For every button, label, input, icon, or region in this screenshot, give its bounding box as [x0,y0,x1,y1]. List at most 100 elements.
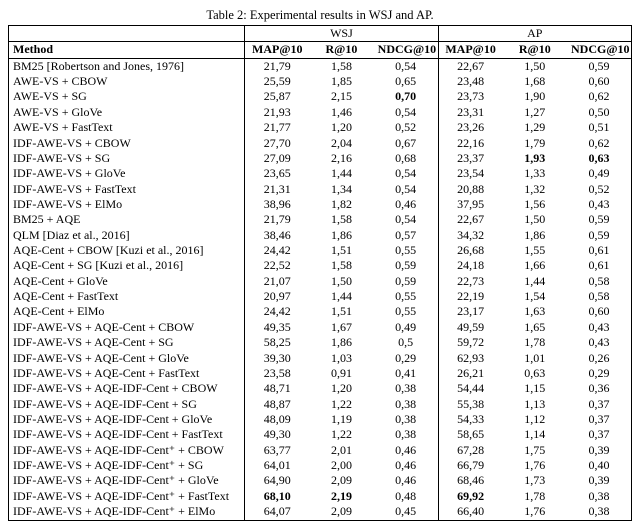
col-ap-ndcg: NDCG@10 [567,42,632,58]
table-row: AQE-Cent + ElMo24,421,510,5523,171,630,6… [9,304,632,319]
table-cell: 21,31 [245,182,309,197]
table-cell: 1,86 [503,228,567,243]
table-cell: 0,39 [567,473,632,488]
table-cell: 26,68 [438,243,502,258]
table-cell: 23,17 [438,304,502,319]
table-cell: 55,38 [438,397,502,412]
table-cell: 38,96 [245,197,309,212]
table-cell: 0,29 [567,366,632,381]
table-cell: 0,91 [309,366,373,381]
table-row: BM25 + AQE21,791,580,5422,671,500,59 [9,212,632,227]
table-cell: 1,65 [503,320,567,335]
table-cell: 48,09 [245,412,309,427]
table-cell: 1,93 [503,151,567,166]
table-cell: 0,37 [567,397,632,412]
group-ap: AP [438,26,631,42]
table-cell: 0,41 [374,366,438,381]
col-wsj-ndcg: NDCG@10 [374,42,438,58]
table-cell: 0,63 [503,366,567,381]
table-cell: 1,46 [309,105,373,120]
table-cell: 0,67 [374,136,438,151]
table-cell: 0,59 [567,58,632,74]
method-cell: IDF-AWE-VS + SG [9,151,245,166]
col-method: Method [9,42,245,58]
method-cell: BM25 + AQE [9,212,245,227]
table-cell: 22,19 [438,289,502,304]
table-cell: 1,76 [503,458,567,473]
method-cell: IDF-AWE-VS + AQE-IDF-Cent + CBOW [9,381,245,396]
table-cell: 21,93 [245,105,309,120]
method-cell: IDF-AWE-VS + AQE-Cent + GloVe [9,351,245,366]
table-cell: 1,63 [503,304,567,319]
table-cell: 1,20 [309,120,373,135]
table-row: IDF-AWE-VS + AQE-IDF-Cent⁺ + CBOW63,772,… [9,443,632,458]
table-cell: 67,28 [438,443,502,458]
table-cell: 1,58 [309,258,373,273]
table-cell: 1,44 [309,166,373,181]
table-cell: 0,52 [567,182,632,197]
table-row: AWE-VS + CBOW25,591,850,6523,481,680,60 [9,74,632,89]
table-cell: 22,16 [438,136,502,151]
table-cell: 21,79 [245,58,309,74]
table-cell: 1,12 [503,412,567,427]
method-cell: AQE-Cent + CBOW [Kuzi et al., 2016] [9,243,245,258]
table-cell: 23,48 [438,74,502,89]
table-cell: 0,59 [567,228,632,243]
table-cell: 21,07 [245,274,309,289]
table-cell: 0,59 [567,212,632,227]
table-cell: 48,71 [245,381,309,396]
table-cell: 1,55 [503,243,567,258]
table-cell: 0,54 [374,182,438,197]
table-cell: 1,76 [503,504,567,520]
table-cell: 1,73 [503,473,567,488]
method-cell: IDF-AWE-VS + AQE-IDF-Cent⁺ + ElMo [9,504,245,520]
table-cell: 0,61 [567,258,632,273]
col-ap-r: R@10 [503,42,567,58]
method-cell: IDF-AWE-VS + FastText [9,182,245,197]
table-row: IDF-AWE-VS + AQE-IDF-Cent⁺ + ElMo64,072,… [9,504,632,520]
table-row: BM25 [Robertson and Jones, 1976]21,791,5… [9,58,632,74]
table-cell: 1,56 [503,197,567,212]
table-cell: 0,60 [567,74,632,89]
method-cell: IDF-AWE-VS + AQE-IDF-Cent⁺ + GloVe [9,473,245,488]
table-cell: 0,45 [374,504,438,520]
table-row: AQE-Cent + GloVe21,071,500,5922,731,440,… [9,274,632,289]
table-cell: 64,01 [245,458,309,473]
table-cell: 25,87 [245,89,309,104]
table-cell: 1,15 [503,381,567,396]
group-wsj: WSJ [245,26,438,42]
table-cell: 1,58 [309,212,373,227]
table-cell: 21,77 [245,120,309,135]
table-cell: 2,19 [309,489,373,504]
table-cell: 37,95 [438,197,502,212]
table-row: AWE-VS + FastText21,771,200,5223,261,290… [9,120,632,135]
table-cell: 0,26 [567,351,632,366]
table-cell: 48,87 [245,397,309,412]
table-cell: 1,01 [503,351,567,366]
table-cell: 1,22 [309,427,373,442]
table-cell: 0,39 [567,443,632,458]
table-row: AWE-VS + SG25,872,150,7023,731,900,62 [9,89,632,104]
table-cell: 0,70 [374,89,438,104]
method-cell: IDF-AWE-VS + AQE-Cent + FastText [9,366,245,381]
table-row: IDF-AWE-VS + AQE-Cent + GloVe39,301,030,… [9,351,632,366]
table-cell: 0,43 [567,320,632,335]
table-cell: 0,62 [567,136,632,151]
table-cell: 58,65 [438,427,502,442]
table-cell: 1,29 [503,120,567,135]
table-cell: 23,54 [438,166,502,181]
table-row: IDF-AWE-VS + AQE-IDF-Cent⁺ + SG64,012,00… [9,458,632,473]
table-row: IDF-AWE-VS + CBOW27,702,040,6722,161,790… [9,136,632,151]
table-cell: 0,43 [567,197,632,212]
table-cell: 26,21 [438,366,502,381]
table-row: IDF-AWE-VS + AQE-IDF-Cent + FastText49,3… [9,427,632,442]
method-cell: AWE-VS + GloVe [9,105,245,120]
table-cell: 0,38 [374,381,438,396]
table-cell: 1,22 [309,397,373,412]
table-cell: 39,30 [245,351,309,366]
table-cell: 1,13 [503,397,567,412]
table-cell: 0,50 [567,105,632,120]
table-row: QLM [Diaz et al., 2016]38,461,860,5734,3… [9,228,632,243]
table-row: IDF-AWE-VS + AQE-IDF-Cent + GloVe48,091,… [9,412,632,427]
table-cell: 1,34 [309,182,373,197]
